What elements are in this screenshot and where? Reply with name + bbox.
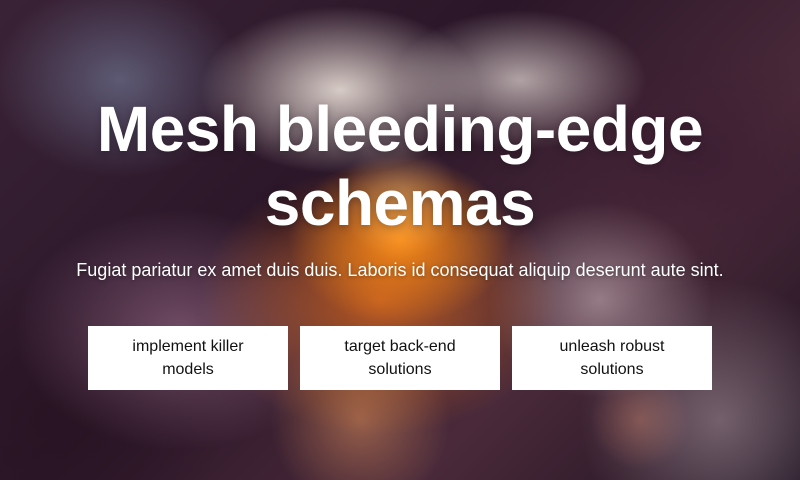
implement-killer-models-button[interactable]: implement killer models [88, 326, 288, 390]
hero-title-line-1: Mesh bleeding-edge [96, 93, 704, 165]
hero-content: Mesh bleeding-edge schemas Fugiat pariat… [0, 0, 800, 480]
hero-title-line-2: schemas [264, 167, 536, 239]
unleash-robust-solutions-button[interactable]: unleash robust solutions [512, 326, 712, 390]
hero-title: Mesh bleeding-edge schemas [0, 92, 800, 240]
hero-section: Mesh bleeding-edge schemas Fugiat pariat… [0, 0, 800, 480]
target-back-end-solutions-button[interactable]: target back-end solutions [300, 326, 500, 390]
hero-button-group: implement killer models target back-end … [88, 326, 712, 390]
hero-subtitle: Fugiat pariatur ex amet duis duis. Labor… [76, 260, 724, 280]
